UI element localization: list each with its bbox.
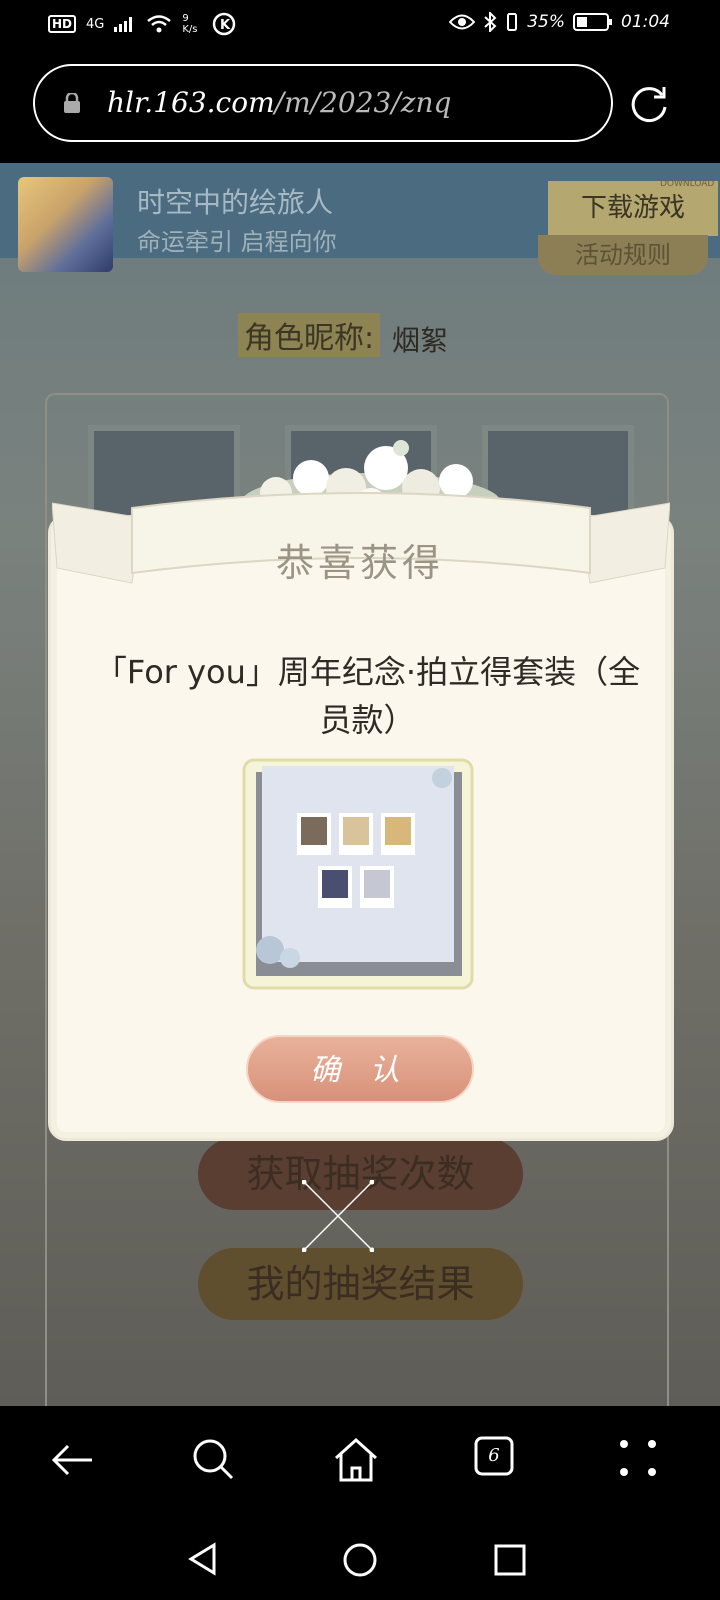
svg-text:K: K [220,18,231,33]
browser-url-bar: hlr.163.com/m/2023/znq [0,50,720,163]
vibrate-icon [507,13,518,31]
address-field[interactable]: hlr.163.com/m/2023/znq [33,64,613,142]
more-menu-icon[interactable] [616,1436,664,1484]
browser-nav-bar: 6 [0,1406,720,1516]
lock-icon [64,93,80,113]
system-home-icon[interactable] [342,1542,378,1578]
my-results-button[interactable]: 我的抽奖结果 [198,1248,523,1320]
battery-percent: 35% [527,12,565,32]
status-right: 35% 01:04 [449,12,670,32]
k-app-icon: K [213,12,236,36]
eye-icon [449,14,476,30]
url-text: hlr.163.com/m/2023/znq [107,86,451,119]
home-icon[interactable] [332,1436,380,1484]
confirm-button[interactable]: 确 认 [246,1035,474,1103]
back-icon[interactable] [48,1436,96,1484]
download-tag: DOWNLOAD [660,179,715,189]
app-avatar[interactable] [18,177,113,272]
wifi-icon [147,15,172,33]
clock: 01:04 [621,12,670,32]
system-back-icon[interactable] [186,1542,220,1576]
tabs-button[interactable]: 6 [474,1436,522,1484]
network-label: 4G [86,16,105,32]
ribbon-title: 恭喜获得 [275,541,444,585]
download-game-button[interactable]: 下载游戏 [548,181,718,236]
prize-name: 「For you」周年纪念·拍立得套装（全员款） [94,653,641,739]
nickname-value: 烟絮 [392,324,449,357]
activity-rules-button[interactable]: 活动规则 [538,235,708,275]
url-path: /m/2023/znq [274,86,452,119]
status-bar: HD 4G 9 K/s K 35% 01:04 [0,0,720,50]
status-left: HD 4G 9 K/s K [48,12,236,36]
search-icon[interactable] [190,1436,238,1484]
nickname-label: 角色昵称: [238,313,381,357]
app-name: 时空中的绘旅人 [137,186,334,219]
hd-icon: HD [48,15,77,33]
url-domain: hlr.163.com [107,86,275,119]
reload-icon[interactable] [628,83,670,125]
battery-icon [573,13,612,31]
network-speed: 9 K/s [182,13,198,35]
close-icon[interactable] [302,1180,374,1252]
prize-image [242,758,474,990]
app-subtitle: 命运牵引 启程向你 [137,228,337,256]
bluetooth-icon [484,12,497,32]
signal-icon [114,17,133,32]
tabs-count: 6 [488,1445,500,1466]
system-nav-bar [0,1516,720,1600]
system-recents-icon[interactable] [494,1544,526,1576]
